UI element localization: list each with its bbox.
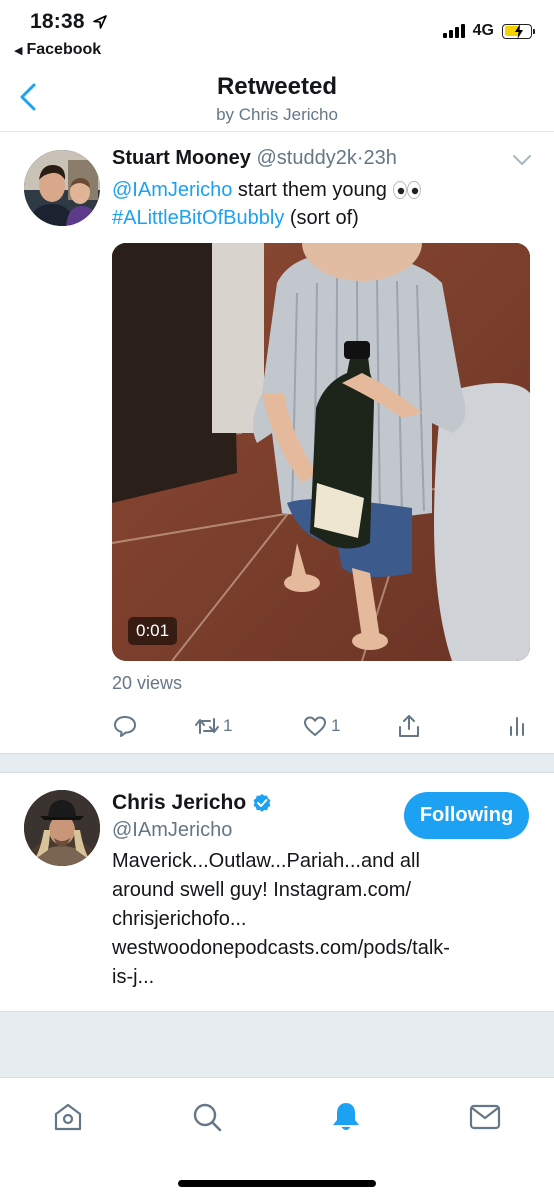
like-count: 1 bbox=[331, 716, 341, 735]
empty-area bbox=[0, 1011, 554, 1077]
tweet-header: Stuart Mooney @studdy2k·23h bbox=[112, 147, 397, 170]
home-icon[interactable] bbox=[51, 1100, 85, 1134]
signal-icon bbox=[442, 24, 465, 38]
profile-name[interactable]: Chris Jericho bbox=[112, 791, 246, 815]
profile-name-row: Chris Jericho bbox=[112, 791, 272, 815]
tweet[interactable]: Stuart Mooney @studdy2k·23h @IAmJericho … bbox=[0, 133, 554, 753]
profile-bio: Maverick...Outlaw...Pariah...and all aro… bbox=[112, 847, 532, 992]
network-type: 4G bbox=[472, 22, 494, 39]
share-button[interactable] bbox=[396, 713, 422, 739]
analytics-icon bbox=[510, 717, 524, 736]
status-indicators: 4G bbox=[442, 22, 535, 40]
like-button[interactable]: 1 bbox=[302, 713, 340, 739]
bio-line: Maverick...Outlaw...Pariah...and all bbox=[112, 850, 420, 872]
page-title: Retweeted bbox=[216, 73, 338, 100]
bio-line[interactable]: is-j... bbox=[112, 963, 532, 992]
avatar-image bbox=[24, 150, 100, 226]
page-header: Retweeted by Chris Jericho bbox=[0, 64, 554, 132]
status-time: 18:38 bbox=[30, 10, 85, 33]
avatar[interactable] bbox=[24, 150, 100, 226]
hashtag-link[interactable]: #ALittleBitOfBubbly bbox=[112, 207, 284, 229]
avatar-image bbox=[24, 790, 100, 866]
battery-icon bbox=[502, 23, 535, 39]
view-count: 20 views bbox=[112, 673, 183, 693]
messages-icon[interactable] bbox=[468, 1100, 502, 1134]
back-triangle-icon: ◀ bbox=[14, 44, 23, 57]
back-app-label: Facebook bbox=[26, 41, 102, 58]
video-thumbnail bbox=[112, 243, 530, 661]
back-to-app-link[interactable]: ◀ Facebook bbox=[14, 41, 101, 59]
tweet-text-part: start them young bbox=[232, 179, 393, 201]
section-divider bbox=[0, 753, 554, 773]
reply-button[interactable] bbox=[112, 713, 138, 739]
tweet-actions: 1 1 bbox=[112, 713, 530, 745]
reply-icon bbox=[114, 716, 136, 737]
retweet-button[interactable]: 1 bbox=[194, 713, 232, 739]
header-separator: · bbox=[356, 147, 364, 169]
home-indicator[interactable] bbox=[178, 1180, 376, 1187]
notifications-icon[interactable] bbox=[329, 1100, 363, 1134]
mention-link[interactable]: @IAmJericho bbox=[112, 179, 232, 201]
analytics-button[interactable] bbox=[504, 713, 530, 739]
tweet-text: @IAmJericho start them young #ALittleBit… bbox=[112, 176, 532, 232]
profile-handle[interactable]: @IAmJericho bbox=[112, 819, 232, 842]
location-arrow-icon bbox=[93, 15, 107, 29]
tweet-text-end: (sort of) bbox=[284, 207, 359, 229]
avatar[interactable] bbox=[24, 790, 100, 866]
video-player[interactable]: 0:01 bbox=[112, 243, 530, 661]
tweet-time: 23h bbox=[363, 147, 397, 169]
author-handle[interactable]: @studdy2k bbox=[256, 147, 356, 169]
bio-line[interactable]: around swell guy! Instagram.com/ bbox=[112, 876, 532, 905]
eyes-emoji-icon bbox=[393, 181, 422, 199]
heart-icon bbox=[304, 716, 326, 736]
page-subtitle: by Chris Jericho bbox=[216, 105, 338, 124]
search-icon[interactable] bbox=[190, 1100, 224, 1134]
video-duration: 0:01 bbox=[128, 617, 178, 645]
chevron-down-icon[interactable] bbox=[512, 153, 532, 167]
bio-line[interactable]: westwoodonepodcasts.com/pods/talk- bbox=[112, 934, 532, 963]
bio-line[interactable]: chrisjerichofo... bbox=[112, 905, 532, 934]
retweet-icon bbox=[195, 718, 219, 734]
retweeter-profile-card[interactable]: Chris Jericho @IAmJericho Following Mave… bbox=[0, 773, 554, 1011]
verified-badge-icon bbox=[253, 794, 271, 812]
share-icon bbox=[399, 715, 419, 737]
charging-bolt-icon bbox=[514, 24, 523, 39]
retweet-count: 1 bbox=[223, 716, 233, 735]
following-button[interactable]: Following bbox=[404, 792, 529, 839]
status-bar: 18:38 ◀ Facebook 4G bbox=[0, 0, 554, 64]
author-name[interactable]: Stuart Mooney bbox=[112, 147, 251, 169]
